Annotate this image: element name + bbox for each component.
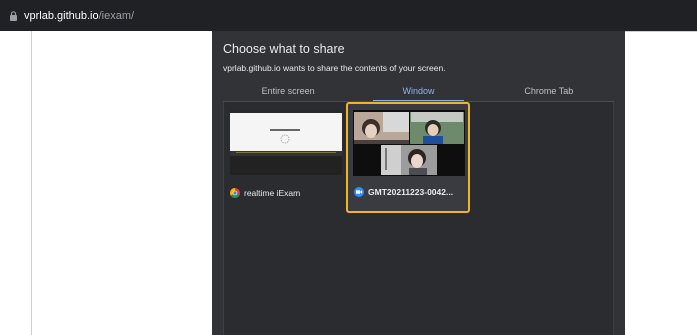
page-border: [31, 31, 32, 335]
window-title: realtime iExam: [244, 188, 301, 198]
url-host: vprlab.github.io: [24, 9, 99, 22]
tab-chrome-tab[interactable]: Chrome Tab: [484, 82, 614, 102]
window-card-realtime-iexam[interactable]: realtime iExam: [227, 105, 349, 215]
chrome-icon: [230, 188, 240, 198]
window-card-gmt-recording[interactable]: GMT20211223-0042...: [346, 102, 470, 213]
window-title: GMT20211223-0042...: [368, 187, 454, 197]
page-border-top: [625, 31, 697, 32]
window-label: realtime iExam: [230, 188, 300, 198]
dialog-title: Choose what to share: [223, 42, 345, 56]
url-path: /iexam/: [98, 9, 135, 22]
share-dialog: Choose what to share vprlab.github.io wa…: [212, 31, 625, 335]
window-thumbnail: [353, 110, 465, 176]
lock-icon: [9, 10, 18, 21]
window-label: GMT20211223-0042...: [354, 187, 453, 197]
tab-window[interactable]: Window: [353, 82, 483, 102]
address-bar[interactable]: vprlab.github.io/iexam/: [0, 0, 697, 31]
video-app-icon: [354, 187, 364, 197]
window-thumbnail: [230, 109, 342, 175]
dialog-description: vprlab.github.io wants to share the cont…: [223, 63, 446, 73]
tab-entire-screen[interactable]: Entire screen: [223, 82, 353, 102]
share-tabs: Entire screen Window Chrome Tab: [223, 82, 614, 102]
